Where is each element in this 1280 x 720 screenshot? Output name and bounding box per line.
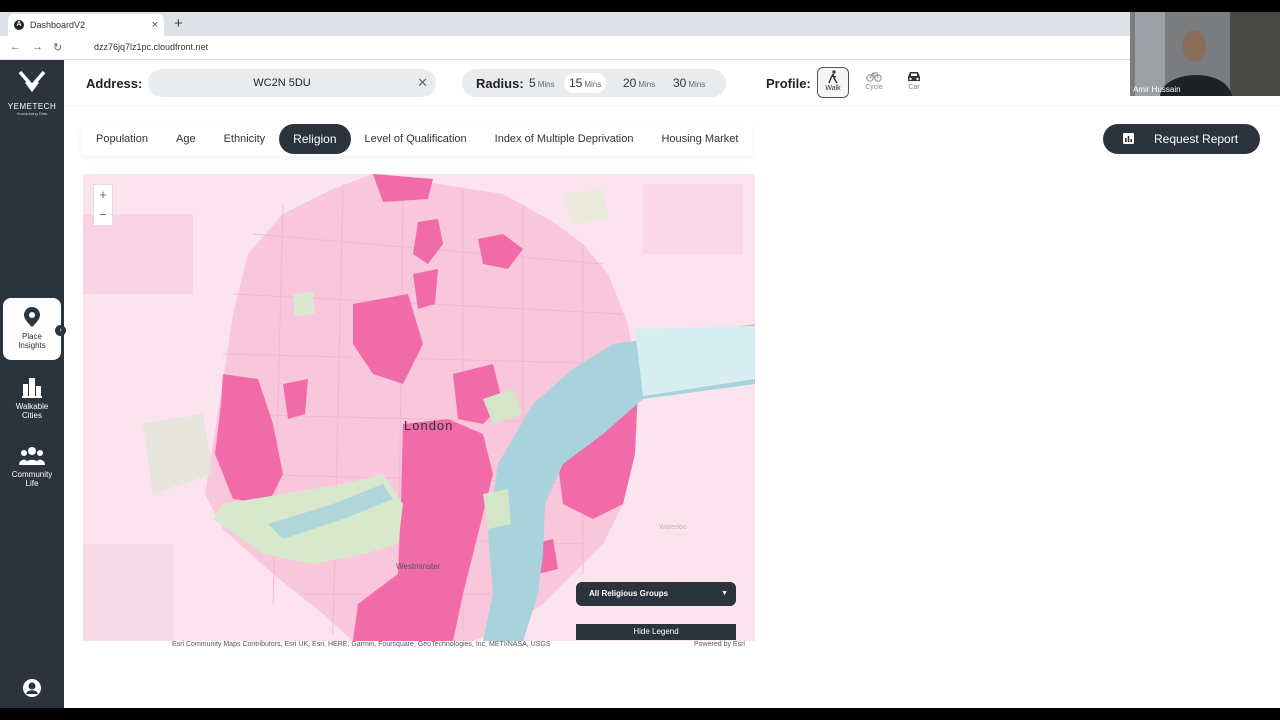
sidebar-item-walkable-cities[interactable]: Walkable Cities xyxy=(3,368,61,430)
sidebar-item-label: Place xyxy=(21,332,42,341)
people-icon xyxy=(19,447,45,465)
sidebar-item-label: Cities xyxy=(21,411,42,420)
url-text[interactable]: dzz76jq7lz1pc.cloudfront.net xyxy=(94,42,208,52)
radius-selector: Radius: 5 Mins 15 Mins 20 Mins 30 Mins xyxy=(462,69,726,97)
map-label-waterloo: Waterloo xyxy=(659,524,687,531)
tab-ethnicity[interactable]: Ethnicity xyxy=(210,124,280,154)
sidebar-item-label: Walkable xyxy=(15,402,49,411)
webcam-overlay: Amir Hussain xyxy=(1130,12,1280,96)
zoom-in-button[interactable]: + xyxy=(94,185,112,205)
profile-car[interactable]: Car xyxy=(898,67,930,98)
logo-tagline: Humanising Data xyxy=(16,111,48,116)
profile-label: Profile: xyxy=(766,76,811,91)
sidebar-item-label: Community xyxy=(11,470,53,479)
close-tab-icon[interactable]: × xyxy=(152,19,158,31)
powered-by-esri[interactable]: Powered by Esri xyxy=(694,641,745,648)
sidebar: YEMETECH Humanising Data Place Insights … xyxy=(0,60,66,708)
city-icon xyxy=(22,378,42,398)
map-pin-icon xyxy=(24,307,40,327)
religious-group-select[interactable]: All Religious Groups ▼ xyxy=(576,582,736,606)
logo-name: YEMETECH xyxy=(7,102,57,111)
request-report-button[interactable]: Request Report xyxy=(1103,124,1260,154)
participant-name: Amir Hussain xyxy=(1133,85,1181,94)
zoom-control: + − xyxy=(93,184,113,226)
category-tabs: Population Age Ethnicity Religion Level … xyxy=(82,122,752,156)
tab-age[interactable]: Age xyxy=(162,124,210,154)
report-icon xyxy=(1123,133,1134,144)
tab-title: DashboardV2 xyxy=(30,20,86,30)
map-label-london: London xyxy=(404,418,454,433)
map[interactable]: + − London Westminster Waterloo All Reli… xyxy=(83,174,755,641)
tab-housing-market[interactable]: Housing Market xyxy=(647,124,752,154)
tab-religion[interactable]: Religion xyxy=(279,124,351,154)
zoom-out-button[interactable]: − xyxy=(94,205,112,225)
request-report-label: Request Report xyxy=(1154,132,1239,146)
browser-address-bar: ← → ↻ dzz76jq7lz1pc.cloudfront.net xyxy=(0,36,1280,60)
map-label-westminster: Westminster xyxy=(396,562,441,571)
tab-level-of-qualification[interactable]: Level of Qualification xyxy=(351,124,481,154)
radius-label: Radius: xyxy=(476,76,524,91)
profile-cycle[interactable]: Cycle xyxy=(858,67,890,98)
logo: YEMETECH Humanising Data xyxy=(0,70,64,116)
car-icon xyxy=(908,72,920,81)
walk-icon xyxy=(828,70,838,84)
address-input[interactable]: WC2N 5DU ✕ xyxy=(148,69,436,97)
profile-walk[interactable]: Walk xyxy=(817,67,849,98)
sidebar-item-place-insights[interactable]: Place Insights xyxy=(3,298,61,360)
webcam-video xyxy=(1130,12,1280,96)
clear-icon[interactable]: ✕ xyxy=(417,75,428,91)
religious-group-value: All Religious Groups xyxy=(589,589,669,598)
screen: A DashboardV2 × + ← → ↻ dzz76jq7lz1pc.cl… xyxy=(0,0,1280,720)
top-bar: Address: WC2N 5DU ✕ Radius: 5 Mins 15 Mins… xyxy=(64,60,1280,106)
chevron-right-icon[interactable]: › xyxy=(55,325,66,336)
app: YEMETECH Humanising Data Place Insights … xyxy=(0,60,1280,708)
sidebar-item-label: Insights xyxy=(18,341,46,350)
browser-tab[interactable]: A DashboardV2 × xyxy=(8,14,164,36)
tab-index-of-multiple-deprivation[interactable]: Index of Multiple Deprivation xyxy=(481,124,648,154)
reload-icon[interactable]: ↻ xyxy=(53,41,62,54)
map-attribution: Esri Community Maps Contributors, Esri U… xyxy=(172,641,551,648)
radius-option-30[interactable]: 30 Mins xyxy=(668,73,710,93)
browser-tab-bar: A DashboardV2 × + xyxy=(0,12,1280,36)
radius-option-5[interactable]: 5 Mins xyxy=(524,73,560,93)
sidebar-item-label: Life xyxy=(25,479,39,488)
address-label: Address: xyxy=(86,76,143,91)
user-account-icon[interactable] xyxy=(22,678,42,698)
forward-icon[interactable]: → xyxy=(32,41,43,53)
bicycle-icon xyxy=(866,72,882,82)
radius-option-15[interactable]: 15 Mins xyxy=(564,73,607,93)
sidebar-item-community-life[interactable]: Community Life xyxy=(3,438,61,500)
radius-option-20[interactable]: 20 Mins xyxy=(618,73,660,93)
new-tab-icon[interactable]: + xyxy=(174,15,183,32)
address-value: WC2N 5DU xyxy=(253,77,311,89)
hide-legend-button[interactable]: Hide Legend xyxy=(576,624,736,640)
logo-mark-icon xyxy=(0,70,64,100)
angular-icon: A xyxy=(14,20,24,30)
back-icon[interactable]: ← xyxy=(10,41,21,53)
caret-down-icon: ▼ xyxy=(721,590,728,597)
tab-population[interactable]: Population xyxy=(82,124,162,154)
